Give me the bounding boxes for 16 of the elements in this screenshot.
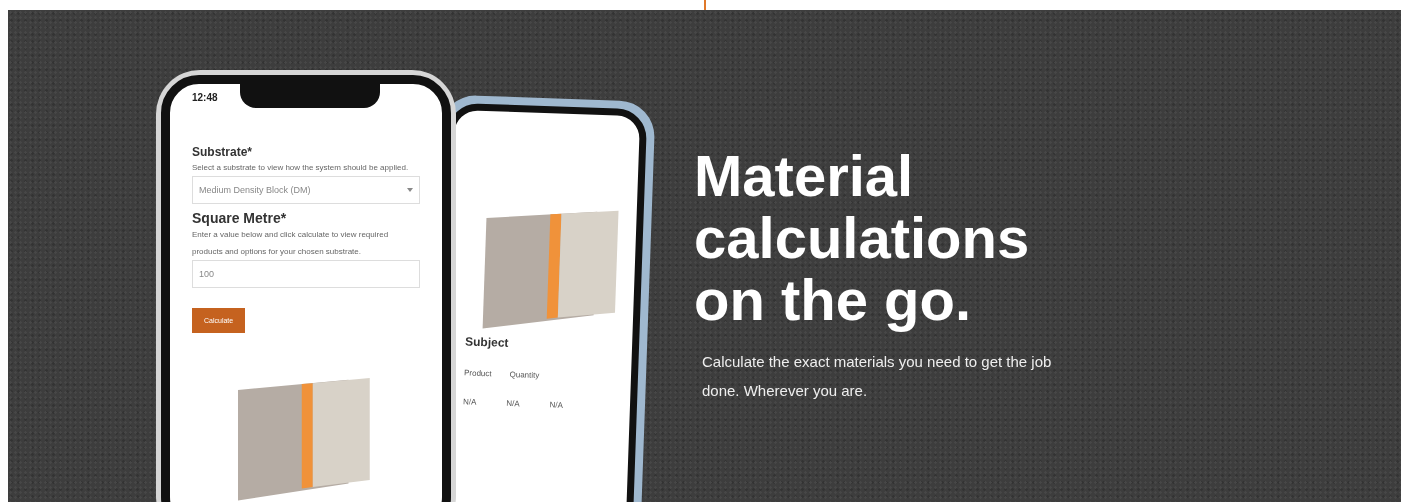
- hero-subtext: Calculate the exact materials you need to get the job done. Wherever you are.: [702, 352, 1053, 401]
- caret-icon: [407, 188, 413, 192]
- hero-heading: Material calculations on the go.: [694, 145, 1031, 331]
- status-time: 12:48: [192, 91, 218, 103]
- section-heading: Subject: [464, 333, 510, 352]
- field-help: Enter a value below and click calculate to view required products and options for your chosen substrate.: [192, 229, 390, 258]
- column-header: Product: [463, 367, 492, 378]
- table-cell: N/A: [462, 396, 477, 407]
- field-help: Select a substrate to view how the system should be applied.: [192, 162, 410, 174]
- substrate-dropdown[interactable]: Medium Density Block (DM): [192, 176, 420, 204]
- column-header: Quantity: [509, 369, 540, 380]
- field-label: Square Metre*: [192, 210, 288, 226]
- field-label: Substrate*: [192, 145, 254, 159]
- table-cell: N/A: [549, 399, 564, 410]
- area-input[interactable]: 100: [192, 260, 420, 288]
- table-cell: N/A: [506, 398, 520, 408]
